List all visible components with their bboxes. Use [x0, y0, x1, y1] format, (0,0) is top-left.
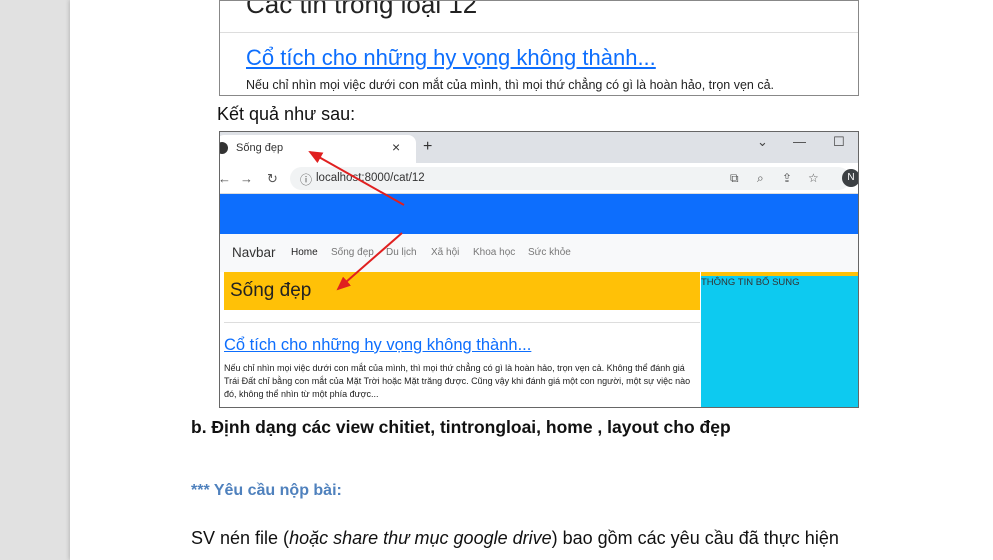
submission-text-prefix: SV nén file ( — [191, 528, 290, 548]
submission-text-italic: hoặc share thư mục google drive — [289, 528, 552, 548]
submission-text: SV nén file (hoặc share thư mục google d… — [191, 528, 839, 549]
category-heading: Các tin trong loại 12 — [246, 0, 478, 19]
submission-text-suffix: ) bao gồm các yêu cầu đã thực hiện — [551, 528, 839, 548]
screenshot-category-page: Các tin trong loại 12 Cổ tích cho những … — [219, 0, 859, 96]
screenshot-browser-result: Sống đẹp × + ⌄ — ☐ ← → ↻ ⓘ localhost:800… — [219, 131, 859, 408]
requirements-heading: *** Yêu cầu nộp bài: — [191, 482, 342, 499]
left-gutter — [0, 0, 70, 560]
annotation-arrows — [308, 151, 405, 291]
post-description: Nếu chỉ nhìn mọi việc dưới con mắt của m… — [246, 78, 774, 92]
result-caption: Kết quả như sau: — [217, 104, 356, 124]
arrow-to-category-title — [336, 232, 403, 291]
arrow-to-tab-title — [308, 151, 405, 206]
section-b-heading: b. Định dạng các view chitiet, tintrongl… — [191, 417, 731, 437]
post-title-link[interactable]: Cổ tích cho những hy vọng không thành... — [246, 45, 656, 71]
divider — [220, 32, 858, 33]
